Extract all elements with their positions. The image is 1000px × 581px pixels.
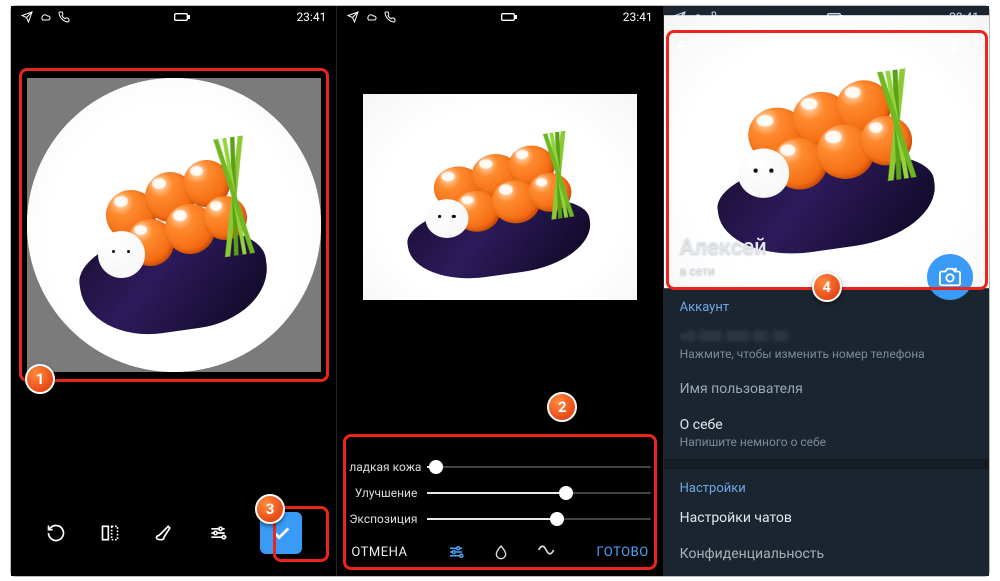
clock: 23:41 bbox=[296, 10, 326, 24]
sushi-image bbox=[27, 78, 321, 372]
adjust-buttons: ОТМЕНА ГОТОВО bbox=[337, 532, 662, 572]
qr-icon[interactable] bbox=[942, 36, 960, 54]
viber-icon bbox=[384, 11, 396, 23]
camera-fab[interactable] bbox=[927, 254, 973, 300]
plane-icon bbox=[347, 11, 359, 23]
back-icon[interactable] bbox=[674, 36, 694, 56]
clock: 23:41 bbox=[623, 10, 653, 24]
row-username[interactable]: Имя пользователя bbox=[664, 371, 989, 407]
profile-header-image[interactable]: Алексей в сети bbox=[664, 28, 989, 288]
editor-toolbar bbox=[11, 512, 336, 554]
adjust-panel: ладкая кожа Улучшение Экспозиция bbox=[337, 454, 662, 532]
tune-icon[interactable] bbox=[447, 543, 465, 561]
profile-name: Алексей bbox=[680, 235, 767, 260]
plane-icon bbox=[21, 11, 33, 23]
step-badge-4: 4 bbox=[812, 272, 842, 302]
status-bar: 23:41 bbox=[337, 6, 662, 28]
cloud-icon bbox=[39, 11, 52, 23]
done-button[interactable]: ГОТОВО bbox=[597, 545, 649, 560]
settings-list: Аккаунт +0 000 000 00 00 Нажмите, чтобы … bbox=[664, 288, 989, 572]
wave-icon[interactable] bbox=[537, 543, 557, 561]
cancel-button[interactable]: ОТМЕНА bbox=[351, 545, 407, 560]
brush-icon[interactable] bbox=[153, 522, 175, 544]
step-badge-2: 2 bbox=[547, 392, 577, 422]
slider-exposure[interactable]: Экспозиция bbox=[337, 506, 662, 532]
phone-profile-screen: 23:41 Алексей в сети bbox=[663, 6, 989, 576]
step-badge-3: 3 bbox=[255, 494, 285, 524]
row-about[interactable]: О себе Напишите немного о себе bbox=[664, 407, 989, 459]
step-badge-1: 1 bbox=[25, 364, 55, 394]
viber-icon bbox=[58, 11, 70, 23]
cloud-icon bbox=[365, 11, 378, 23]
phone-crop-screen: 23:41 bbox=[11, 6, 336, 576]
drop-icon[interactable] bbox=[493, 543, 509, 561]
battery-icon bbox=[174, 12, 190, 22]
section-settings: Настройки bbox=[664, 469, 989, 500]
preview-image bbox=[363, 94, 637, 300]
rotate-icon[interactable] bbox=[45, 522, 67, 544]
more-icon[interactable] bbox=[974, 36, 979, 54]
profile-status: в сети bbox=[680, 264, 715, 278]
tune-icon[interactable] bbox=[207, 522, 229, 544]
slider-skin[interactable]: ладкая кожа bbox=[337, 454, 662, 480]
status-bar: 23:41 bbox=[11, 6, 336, 28]
row-chats[interactable]: Настройки чатов bbox=[664, 500, 989, 536]
row-privacy[interactable]: Конфиденциальность bbox=[664, 536, 989, 572]
slider-enhance[interactable]: Улучшение bbox=[337, 480, 662, 506]
phone-adjust-screen: 23:41 ладкая кожа Улучшение bbox=[336, 6, 662, 576]
row-phone[interactable]: +0 000 000 00 00 Нажмите, чтобы изменить… bbox=[664, 319, 989, 371]
battery-icon bbox=[501, 12, 517, 22]
flip-icon[interactable] bbox=[99, 522, 121, 544]
crop-canvas[interactable] bbox=[27, 78, 321, 372]
